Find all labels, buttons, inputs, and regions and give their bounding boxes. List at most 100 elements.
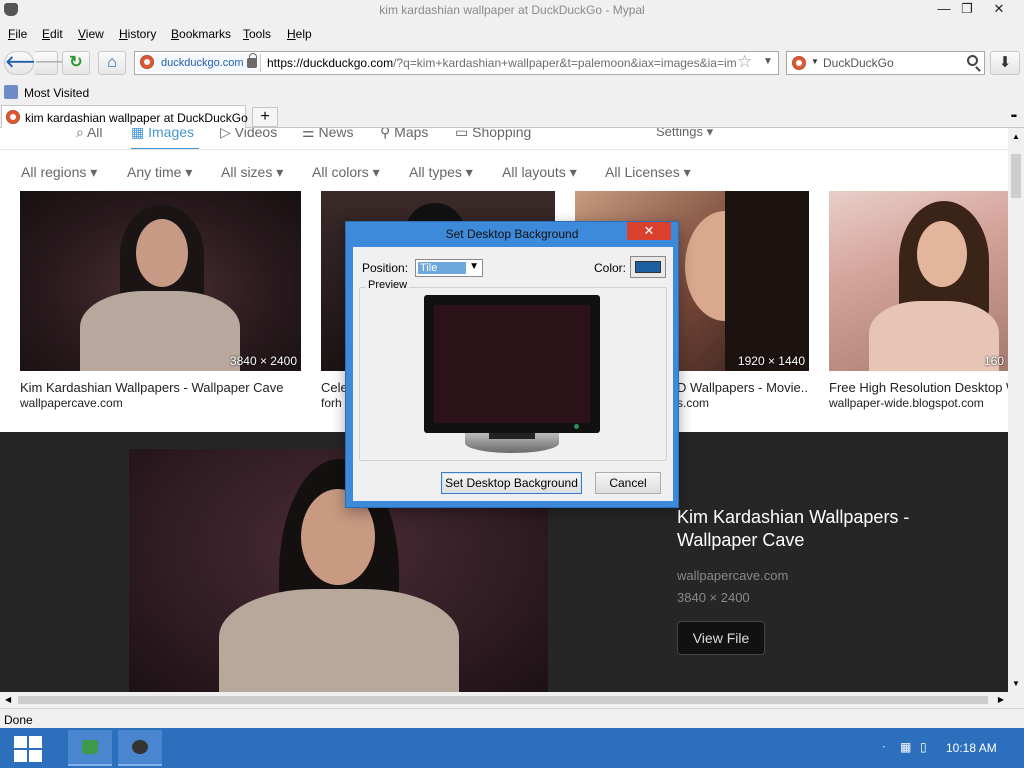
ddg-tab-shopping[interactable]: ▭ Shopping	[455, 128, 531, 141]
dialog-close-button[interactable]: ✕	[627, 222, 671, 240]
filter-layouts[interactable]: All layouts ▾	[502, 164, 577, 181]
search-bar[interactable]: ▼ DuckDuckGo	[786, 51, 985, 75]
view-file-button[interactable]: View File	[677, 621, 765, 655]
result-source-4: wallpaper-wide.blogspot.com	[829, 396, 984, 410]
filter-time[interactable]: Any time ▾	[127, 164, 192, 181]
window-title: kim kardashian wallpaper at DuckDuckGo -…	[379, 3, 645, 17]
scroll-left-icon[interactable]: ◀	[5, 695, 11, 704]
chevron-down-icon: ▼	[469, 261, 479, 272]
menu-tools[interactable]: Tools	[243, 27, 271, 41]
bookmarks-folder-icon	[4, 85, 18, 99]
home-button[interactable]: ⌂	[98, 51, 126, 75]
taskbar-app-mypal[interactable]	[118, 730, 162, 766]
detail-source[interactable]: wallpapercave.com	[677, 568, 788, 583]
tab-title: kim kardashian wallpaper at DuckDuckGo	[25, 111, 248, 125]
search-engine-dropdown-icon[interactable]: ▼	[811, 57, 819, 66]
ddg-tab-videos-label: Videos	[234, 128, 278, 140]
status-bar: Done	[0, 708, 1024, 728]
figure-body	[219, 589, 459, 692]
power-led-icon	[574, 424, 579, 429]
url-history-dropdown-icon[interactable]: ▼	[763, 56, 773, 67]
ddg-tab-news[interactable]: ☰ News	[302, 128, 353, 141]
reload-button[interactable]: ↻	[62, 51, 90, 75]
ddg-tab-all[interactable]: ⌕ All	[76, 128, 103, 141]
bookmark-most-visited[interactable]: Most Visited	[24, 86, 89, 100]
ddg-tab-images[interactable]: ▦ Images	[131, 128, 194, 141]
scroll-right-icon[interactable]: ▶	[998, 695, 1004, 704]
search-icon[interactable]	[967, 55, 978, 66]
result-source-1: wallpapercave.com	[20, 396, 123, 410]
vertical-scrollbar[interactable]: ▲ ▼	[1008, 128, 1024, 692]
close-window-button[interactable]: ✕	[985, 1, 1013, 17]
figure-body	[869, 301, 999, 371]
scroll-up-icon[interactable]: ▲	[1012, 132, 1020, 141]
bookmark-star-icon[interactable]: ☆	[737, 52, 752, 72]
ddg-tab-maps[interactable]: ⚲ Maps	[380, 128, 428, 141]
url-path: /?q=kim+kardashian+wallpaper&t=palemoon&…	[393, 56, 737, 70]
cancel-button[interactable]: Cancel	[595, 472, 661, 494]
image-dimensions: 1920 × 1440	[737, 354, 805, 368]
search-input[interactable]: DuckDuckGo	[823, 56, 894, 70]
new-tab-button[interactable]: +	[252, 107, 278, 127]
filter-regions[interactable]: All regions ▾	[21, 164, 97, 181]
start-button[interactable]	[14, 736, 42, 762]
lock-icon	[247, 53, 257, 68]
tab-active[interactable]: kim kardashian wallpaper at DuckDuckGo	[1, 105, 248, 128]
filter-types[interactable]: All types ▾	[409, 164, 473, 181]
set-desktop-background-button[interactable]: Set Desktop Background	[441, 472, 582, 494]
back-button[interactable]: 🡐	[4, 51, 48, 75]
downloads-button[interactable]: ⬇	[990, 51, 1020, 75]
mypal-icon	[132, 740, 148, 754]
menu-bookmarks[interactable]: Bookmarks	[171, 27, 231, 41]
windows-logo-pane	[29, 736, 42, 748]
ddg-tab-images-label: Images	[148, 128, 195, 140]
taskbar-app-explorer[interactable]	[68, 730, 112, 766]
windows-logo-icon	[14, 736, 27, 748]
set-desktop-background-dialog: Set Desktop Background ✕ Position: Tile …	[345, 221, 679, 508]
tray-network-icon[interactable]: ▦	[900, 740, 911, 754]
result-title-3[interactable]: D Wallpapers - Movie...	[677, 380, 809, 395]
ddg-tab-all-label: All	[86, 128, 103, 140]
menu-edit[interactable]: Edit	[42, 27, 63, 41]
ddg-tab-videos[interactable]: ▷ Videos	[220, 128, 277, 141]
horizontal-scrollbar[interactable]: ◀ ▶	[0, 692, 1008, 708]
result-title-1[interactable]: Kim Kardashian Wallpapers - Wallpaper Ca…	[20, 380, 301, 395]
image-result-1[interactable]: 3840 × 2400	[20, 191, 301, 371]
horizontal-scroll-thumb[interactable]	[18, 696, 988, 704]
url-text[interactable]: https://duckduckgo.com/?q=kim+kardashian…	[267, 56, 737, 70]
taskbar-clock[interactable]: 10:18 AM	[946, 741, 997, 755]
list-all-tabs-icon[interactable]: ▪▪	[1011, 111, 1017, 122]
position-select[interactable]: Tile ▼	[415, 259, 483, 277]
site-identity-button[interactable]: duckduckgo.com	[137, 53, 261, 72]
vertical-scroll-thumb[interactable]	[1011, 154, 1021, 198]
menu-history[interactable]: History	[119, 27, 156, 41]
scroll-down-icon[interactable]: ▼	[1012, 679, 1020, 688]
menu-file[interactable]: File	[8, 27, 27, 41]
address-bar[interactable]: duckduckgo.com https://duckduckgo.com/?q…	[134, 51, 779, 75]
ddg-settings-menu[interactable]: Settings ▾	[656, 128, 713, 140]
window-titlebar: kim kardashian wallpaper at DuckDuckGo -…	[0, 0, 1024, 20]
menu-view[interactable]: View	[78, 27, 104, 41]
url-host: https://duckduckgo.com	[267, 56, 394, 70]
position-label: Position:	[362, 261, 409, 275]
maximize-button[interactable]: ❐	[953, 1, 981, 17]
menu-help[interactable]: Help	[287, 27, 312, 41]
tray-chevron-icon[interactable]: ᐧ	[882, 740, 885, 754]
tray-power-icon[interactable]: ▯	[920, 740, 927, 754]
filter-licenses[interactable]: All Licenses ▾	[605, 164, 691, 181]
monitor-neck	[489, 433, 535, 439]
search-engine-icon[interactable]	[792, 56, 806, 70]
site-domain: duckduckgo.com	[161, 57, 244, 69]
monitor-preview	[424, 295, 600, 433]
image-result-4[interactable]: 160	[829, 191, 1008, 371]
color-picker-button[interactable]	[630, 256, 666, 278]
monitor-screen	[434, 305, 590, 423]
tabs-divider	[0, 149, 1008, 150]
tab-strip: kim kardashian wallpaper at DuckDuckGo +…	[0, 104, 1024, 128]
detail-title: Kim Kardashian Wallpapers - Wallpaper Ca…	[677, 507, 910, 550]
filter-colors[interactable]: All colors ▾	[312, 164, 380, 181]
color-label: Color:	[594, 261, 627, 275]
forward-button[interactable]: 🡒	[34, 51, 77, 75]
result-title-4[interactable]: Free High Resolution Desktop W	[829, 380, 1008, 395]
filter-sizes[interactable]: All sizes ▾	[221, 164, 283, 181]
